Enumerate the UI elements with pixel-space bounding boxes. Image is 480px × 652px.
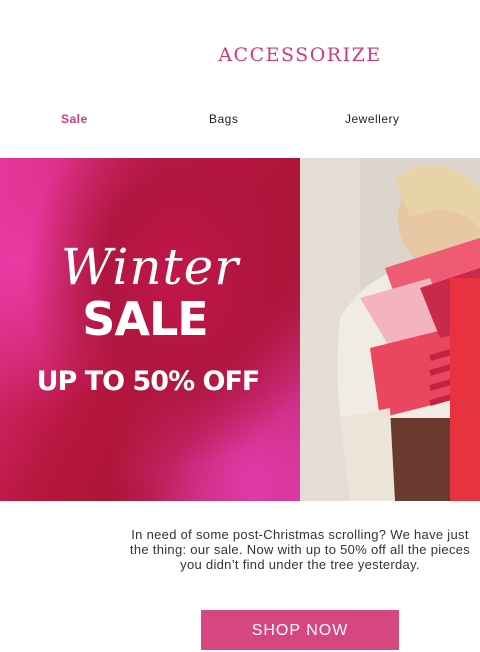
nav-jewellery[interactable]: Jewellery [345, 112, 400, 126]
hero-promo-panel: Winter SALE UP TO 50% OFF [0, 158, 300, 501]
body-line-2: the thing: our sale. Now with up to 50% … [129, 542, 471, 557]
body-line-3: you didn’t find under the tree yesterday… [180, 557, 420, 572]
hero-script-title: Winter [60, 238, 240, 296]
logo-text: ACCESSORIZE [218, 44, 382, 66]
hero-photo [300, 158, 480, 501]
hero-headline: SALE [82, 292, 208, 346]
hero-banner[interactable]: Winter SALE UP TO 50% OFF [0, 158, 480, 501]
nav-sale[interactable]: Sale [61, 112, 88, 126]
body-line-1: In need of some post-Christmas scrolling… [131, 527, 469, 542]
hero-offer: UP TO 50% OFF [36, 366, 261, 397]
promo-body-text: In need of some post-Christmas scrolling… [100, 527, 480, 572]
shop-now-button[interactable]: SHOP NOW [201, 610, 399, 650]
brand-logo[interactable]: ACCESSORIZE [0, 44, 480, 66]
top-nav: Sale Bags Jewellery [0, 112, 480, 128]
model-scarf-photo [300, 158, 480, 501]
nav-bags[interactable]: Bags [209, 112, 238, 126]
